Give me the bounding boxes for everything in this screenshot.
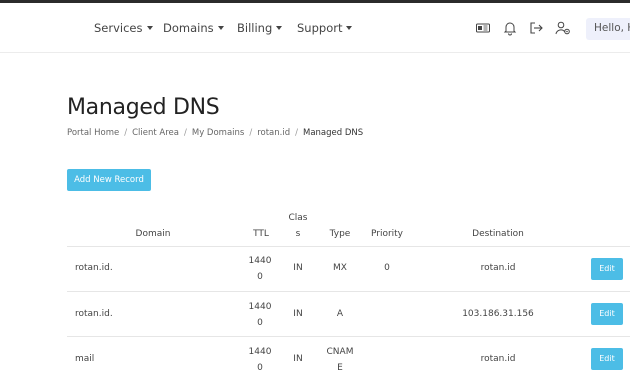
header-destination: Destination xyxy=(472,229,524,239)
nav-domains-label: Domains xyxy=(163,21,214,35)
cell-type: MX xyxy=(333,263,347,273)
breadcrumb-my-domains[interactable]: My Domains xyxy=(192,128,244,138)
cell-ttl: 1440 0 xyxy=(244,301,276,330)
row-divider xyxy=(67,291,630,292)
header-class-line2: s xyxy=(295,229,301,239)
logout-icon[interactable] xyxy=(528,20,544,36)
breadcrumb-current: Managed DNS xyxy=(303,128,364,138)
breadcrumb-separator: / xyxy=(295,128,298,138)
nav-domains[interactable]: Domains xyxy=(163,21,224,35)
user-settings-icon[interactable] xyxy=(555,20,571,36)
cell-destination: 103.186.31.156 xyxy=(462,309,534,319)
add-new-record-button[interactable]: Add New Record xyxy=(67,169,151,191)
cell-ttl-line1: 1440 xyxy=(248,302,272,312)
breadcrumb: Portal Home / Client Area / My Domains / rotan… xyxy=(67,128,363,138)
bell-icon[interactable] xyxy=(502,20,518,36)
cell-ttl-line2: 0 xyxy=(257,318,263,328)
header-domain: Domain xyxy=(135,229,171,239)
chevron-down-icon xyxy=(346,26,353,30)
chevron-down-icon xyxy=(146,26,153,30)
header-priority: Priority xyxy=(370,229,404,239)
user-greeting-label: Hello, H xyxy=(594,22,630,34)
nav-services-label: Services xyxy=(94,21,143,35)
header-ttl: TTL xyxy=(253,229,269,239)
cell-ttl-line1: 1440 xyxy=(248,256,272,266)
nav-services[interactable]: Services xyxy=(94,21,153,35)
cell-ttl-line2: 0 xyxy=(257,363,263,373)
cell-destination: rotan.id xyxy=(480,354,516,364)
nav-billing[interactable]: Billing xyxy=(237,21,283,35)
language-icon[interactable] xyxy=(475,20,491,36)
navbar: Services Domains Billing Support Hello, … xyxy=(0,3,630,53)
nav-support-label: Support xyxy=(297,21,343,35)
breadcrumb-domain[interactable]: rotan.id xyxy=(257,128,290,138)
edit-button[interactable]: Edit xyxy=(591,303,623,325)
row-divider xyxy=(67,246,630,247)
cell-ttl: 1440 0 xyxy=(244,346,276,375)
nav-support[interactable]: Support xyxy=(297,21,353,35)
cell-ttl-line1: 1440 xyxy=(248,347,272,357)
cell-class: IN xyxy=(293,354,303,364)
cell-domain: mail xyxy=(75,354,95,364)
user-greeting-button[interactable]: Hello, H xyxy=(586,18,630,40)
chevron-down-icon xyxy=(217,26,224,30)
edit-button[interactable]: Edit xyxy=(591,258,623,280)
cell-class: IN xyxy=(293,309,303,319)
cell-type: CNAM E xyxy=(320,346,360,375)
cell-domain: rotan.id. xyxy=(75,309,113,319)
breadcrumb-client-area[interactable]: Client Area xyxy=(132,128,179,138)
nav-billing-label: Billing xyxy=(237,21,273,35)
cell-class: IN xyxy=(293,263,303,273)
cell-domain: rotan.id. xyxy=(75,263,113,273)
breadcrumb-portal-home[interactable]: Portal Home xyxy=(67,128,119,138)
header-class: Clas s xyxy=(283,212,313,241)
breadcrumb-separator: / xyxy=(124,128,128,138)
breadcrumb-separator: / xyxy=(183,128,187,138)
header-class-line1: Clas xyxy=(288,213,308,223)
cell-ttl-line2: 0 xyxy=(257,272,263,282)
cell-priority: 0 xyxy=(384,263,390,273)
header-type: Type xyxy=(329,229,351,239)
row-divider xyxy=(67,336,630,337)
cell-destination: rotan.id xyxy=(480,263,516,273)
chevron-down-icon xyxy=(276,26,283,30)
page-title: Managed DNS xyxy=(67,95,220,120)
cell-ttl: 1440 0 xyxy=(244,255,276,284)
edit-button[interactable]: Edit xyxy=(591,348,623,370)
breadcrumb-separator: / xyxy=(249,128,253,138)
cell-type-line1: CNAM xyxy=(326,347,354,357)
cell-type: A xyxy=(336,309,344,319)
cell-type-line2: E xyxy=(337,363,343,373)
